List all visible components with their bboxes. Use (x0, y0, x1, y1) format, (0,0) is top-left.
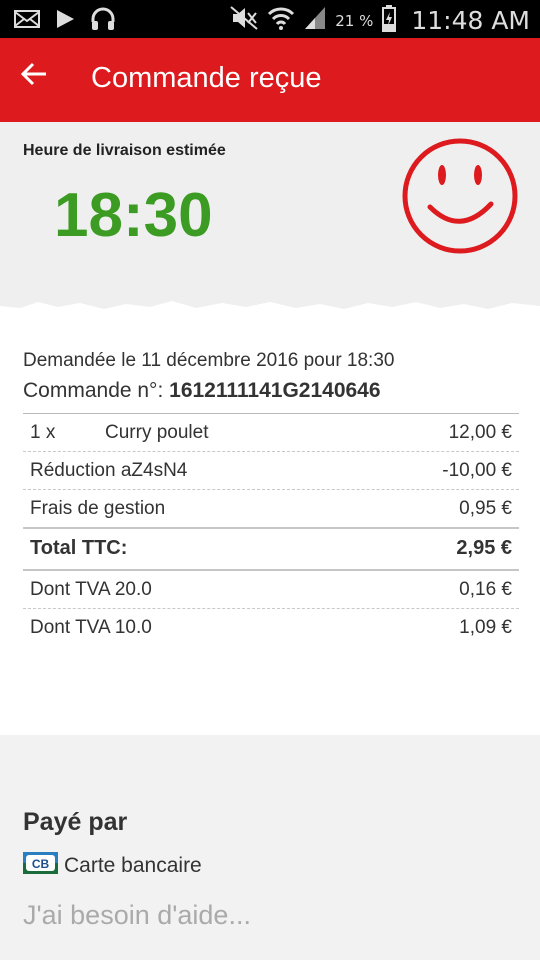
tax-label: Dont TVA 10.0 (30, 617, 152, 638)
smiley-icon (400, 137, 520, 257)
page-title: Commande reçue (91, 62, 322, 94)
order-number: 1612111141G2140646 (169, 379, 381, 402)
mail-icon (14, 9, 40, 34)
app-bar: Commande reçue (0, 38, 540, 122)
payment-title: Payé par (23, 808, 128, 836)
headphones-icon (90, 7, 116, 36)
total-row: Total TTC: 2,95 € (23, 527, 519, 569)
payment-method: CB Carte bancaire (23, 852, 202, 879)
fees-label: Frais de gestion (30, 498, 166, 519)
tax-row: Dont TVA 20.0 0,16 € (23, 569, 519, 608)
order-table: 1 x Curry poulet 12,00 € Réduction aZ4sN… (23, 413, 519, 646)
fees-value: 0,95 € (459, 498, 512, 519)
tax-label: Dont TVA 20.0 (30, 579, 152, 600)
play-icon (54, 8, 76, 35)
total-value: 2,95 € (456, 537, 512, 559)
signal-icon (303, 5, 327, 36)
cb-card-icon: CB (23, 852, 58, 879)
item-price: 12,00 € (448, 422, 512, 443)
fees-row: Frais de gestion 0,95 € (23, 489, 519, 527)
status-time: 11:48 AM (411, 6, 530, 35)
requested-date: Demandée le 11 décembre 2016 pour 18:30 (23, 350, 395, 371)
tax-value: 1,09 € (459, 617, 512, 638)
help-link[interactable]: J'ai besoin d'aide... (23, 900, 251, 931)
discount-label: Réduction aZ4sN4 (30, 460, 188, 481)
order-number-line: Commande n°: 1612111141G2140646 (23, 379, 381, 403)
item-row: 1 x Curry poulet 12,00 € (23, 413, 519, 451)
mute-icon (229, 5, 259, 36)
item-qty: 1 x (30, 422, 56, 443)
payment-method-label: Carte bancaire (64, 853, 202, 877)
tax-value: 0,16 € (459, 579, 512, 600)
back-button[interactable] (20, 60, 64, 100)
total-label: Total TTC: (30, 537, 128, 559)
order-number-label: Commande n°: (23, 379, 164, 402)
battery-icon (381, 4, 397, 37)
battery-percent: 21 % (335, 11, 374, 30)
item-name: Curry poulet (105, 422, 209, 443)
wifi-icon (267, 5, 295, 36)
back-arrow-icon (20, 62, 48, 92)
status-bar: 21 % 11:48 AM (0, 0, 540, 38)
tax-row: Dont TVA 10.0 1,09 € (23, 608, 519, 646)
discount-value: -10,00 € (442, 460, 512, 481)
delivery-label: Heure de livraison estimée (23, 142, 226, 159)
delivery-time: 18:30 (54, 181, 213, 250)
discount-row: Réduction aZ4sN4 -10,00 € (23, 451, 519, 489)
cb-logo-text: CB (32, 857, 50, 871)
